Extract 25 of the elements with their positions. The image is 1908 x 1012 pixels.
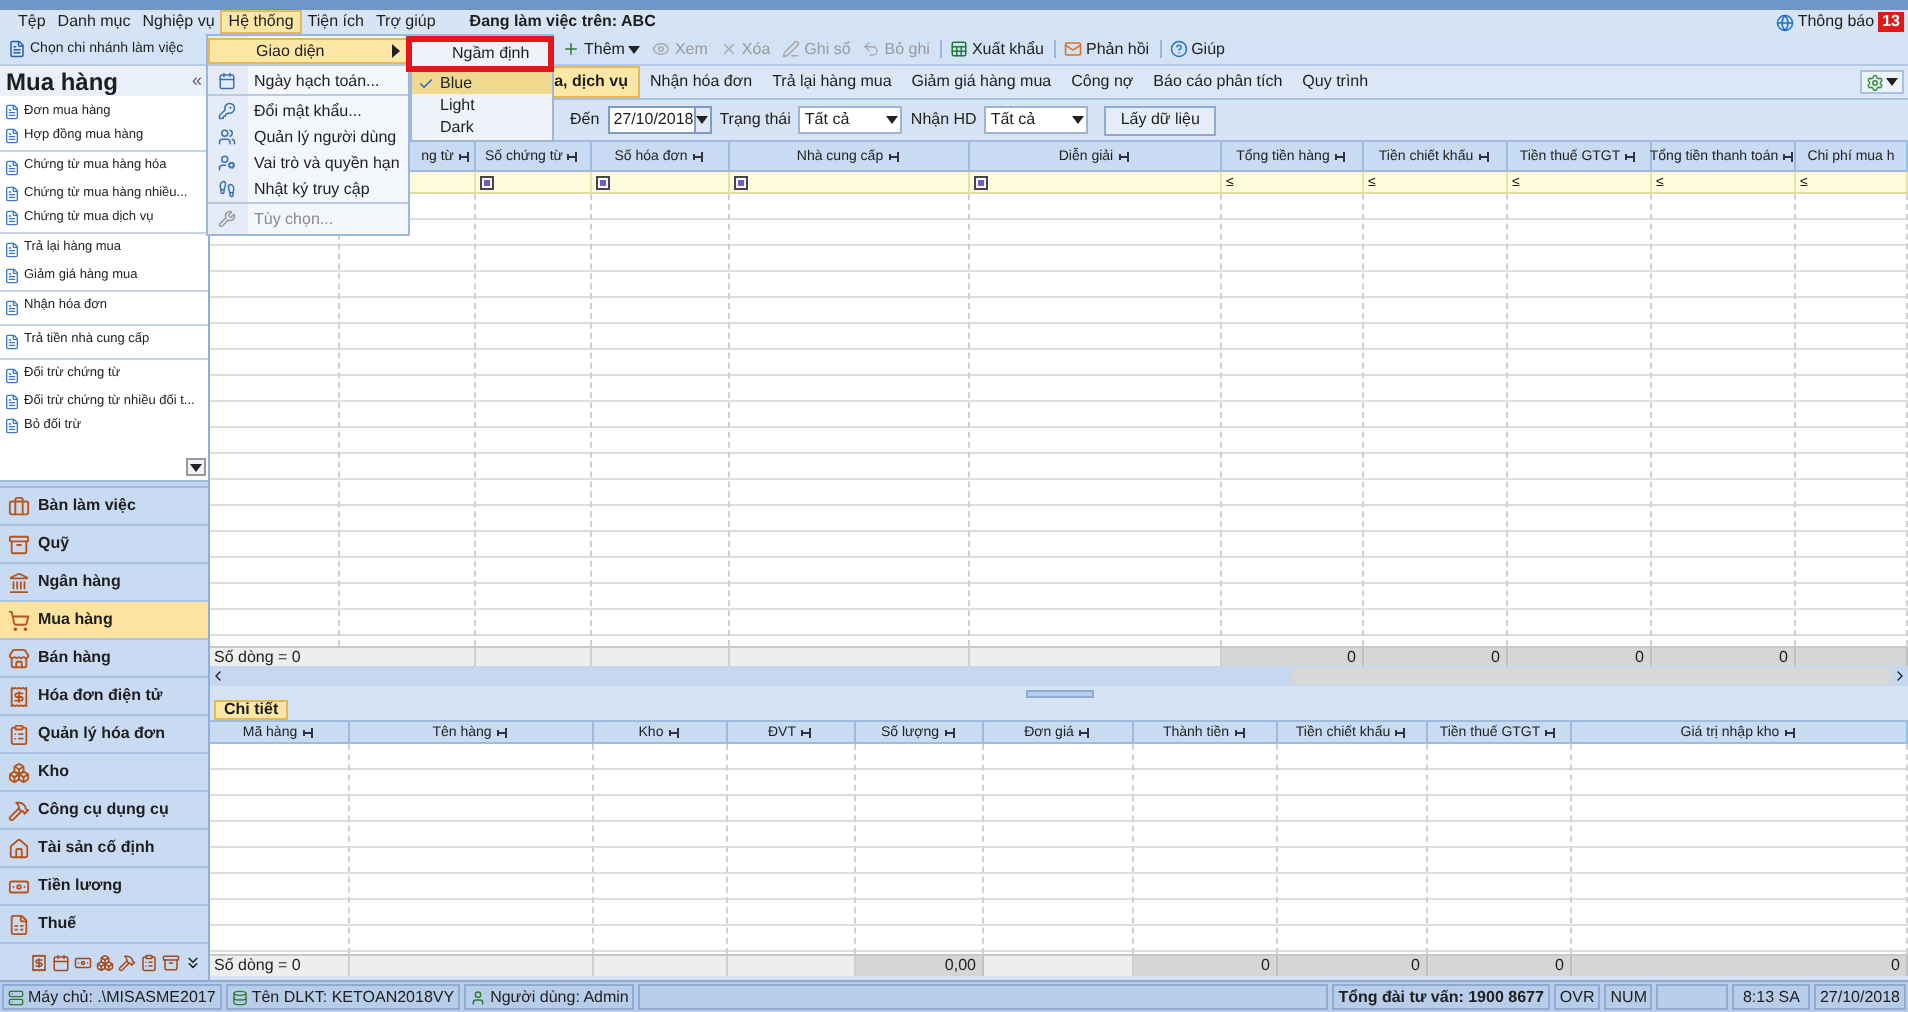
filter-label: Trạng thái [719,112,791,128]
summary-cell: 0 [1134,956,1278,976]
summary-cell: 0 [1364,648,1508,666]
summary-cell: 0 [1508,648,1652,666]
notification-badge: 13 [1878,12,1904,32]
filter-label: Nhận HD [910,112,977,128]
summary-cell: 0 [1278,956,1428,976]
hotline-text: Tổng đài tư vấn: 1900 8677 [1332,984,1550,1010]
filter-label: Đến [570,112,600,128]
row-count: Số dòng = 0 [214,958,301,974]
summary-cell: 0 [1572,956,1908,976]
summary-cell: 0,00 [856,956,984,976]
status-text: 8:13 SA [1732,984,1810,1010]
status-text: Máy chủ: .\MISASME2017 [28,989,216,1005]
status-text: Tên DLKT: KETOAN2018VY [251,989,455,1005]
sidebar-title: Mua hàng [6,69,118,93]
status-text: 27/10/2018 [1813,984,1906,1010]
status-text: NUM [1604,984,1653,1010]
status-text: Người dùng: Admin [490,989,629,1005]
summary-cell: 0 [1222,648,1364,666]
row-count: Số dòng = 0 [212,648,303,666]
status-text: OVR [1553,984,1601,1010]
summary-cell: 0 [1428,956,1572,976]
summary-cell: 0 [1652,648,1796,666]
workspace-label: Đang làm việc trên: ABC [469,14,656,30]
